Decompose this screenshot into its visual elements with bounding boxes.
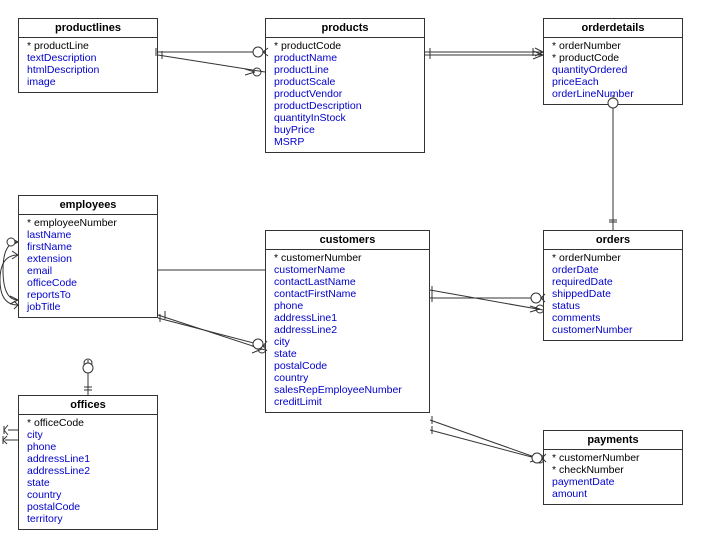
field-addressLine1-cust: addressLine1	[272, 312, 423, 324]
field-city-cust: city	[272, 336, 423, 348]
field-orderNumber-ord: orderNumber	[550, 252, 676, 264]
field-officeCode-emp: officeCode	[25, 277, 151, 289]
field-orderNumber-od: orderNumber	[550, 40, 676, 52]
entity-payments-body: customerNumber checkNumber paymentDate a…	[544, 450, 682, 504]
field-productDescription: productDescription	[272, 100, 418, 112]
field-jobTitle: jobTitle	[25, 301, 151, 313]
field-addressLine2-cust: addressLine2	[272, 324, 423, 336]
field-state-cust: state	[272, 348, 423, 360]
field-postalCode-cust: postalCode	[272, 360, 423, 372]
field-customerName: customerName	[272, 264, 423, 276]
field-contactLastName: contactLastName	[272, 276, 423, 288]
field-quantityOrdered: quantityOrdered	[550, 64, 676, 76]
field-contactFirstName: contactFirstName	[272, 288, 423, 300]
entity-productlines-body: productLine textDescription htmlDescript…	[19, 38, 157, 92]
field-customerNumber-ord: customerNumber	[550, 324, 676, 336]
field-priceEach: priceEach	[550, 76, 676, 88]
entity-customers-body: customerNumber customerName contactLastN…	[266, 250, 429, 412]
entity-orderdetails: orderdetails orderNumber productCode qua…	[543, 18, 683, 105]
entity-offices-header: offices	[19, 396, 157, 415]
entity-offices-body: officeCode city phone addressLine1 addre…	[19, 415, 157, 529]
entity-payments-header: payments	[544, 431, 682, 450]
entity-products-body: productCode productName productLine prod…	[266, 38, 424, 152]
entity-products-header: products	[266, 19, 424, 38]
entity-employees-header: employees	[19, 196, 157, 215]
entity-orderdetails-body: orderNumber productCode quantityOrdered …	[544, 38, 682, 104]
field-officeCode-off: officeCode	[25, 417, 151, 429]
entity-productlines: productlines productLine textDescription…	[18, 18, 158, 93]
entity-offices: offices officeCode city phone addressLin…	[18, 395, 158, 530]
field-country-off: country	[25, 489, 151, 501]
field-addressLine1-off: addressLine1	[25, 453, 151, 465]
field-productLine: productLine	[25, 40, 151, 52]
field-checkNumber: checkNumber	[550, 464, 676, 476]
field-salesRepEmployeeNumber: salesRepEmployeeNumber	[272, 384, 423, 396]
field-firstName: firstName	[25, 241, 151, 253]
field-MSRP: MSRP	[272, 136, 418, 148]
field-email: email	[25, 265, 151, 277]
entity-customers-header: customers	[266, 231, 429, 250]
field-productName: productName	[272, 52, 418, 64]
field-extension: extension	[25, 253, 151, 265]
entity-productlines-header: productlines	[19, 19, 157, 38]
field-image: image	[25, 76, 151, 88]
field-phone-off: phone	[25, 441, 151, 453]
field-comments: comments	[550, 312, 676, 324]
field-productVendor: productVendor	[272, 88, 418, 100]
er-diagram: productlines productLine textDescription…	[0, 0, 701, 560]
entity-customers: customers customerNumber customerName co…	[265, 230, 430, 413]
field-country-cust: country	[272, 372, 423, 384]
field-city-off: city	[25, 429, 151, 441]
field-productCode-od: productCode	[550, 52, 676, 64]
entity-orders: orders orderNumber orderDate requiredDat…	[543, 230, 683, 341]
field-lastName: lastName	[25, 229, 151, 241]
field-htmlDescription: htmlDescription	[25, 64, 151, 76]
entity-orders-header: orders	[544, 231, 682, 250]
field-textDescription: textDescription	[25, 52, 151, 64]
field-quantityInStock: quantityInStock	[272, 112, 418, 124]
entity-orders-body: orderNumber orderDate requiredDate shipp…	[544, 250, 682, 340]
field-productCode: productCode	[272, 40, 418, 52]
entity-employees-body: employeeNumber lastName firstName extens…	[19, 215, 157, 317]
field-reportsTo: reportsTo	[25, 289, 151, 301]
field-orderLineNumber: orderLineNumber	[550, 88, 676, 100]
field-status: status	[550, 300, 676, 312]
field-requiredDate: requiredDate	[550, 276, 676, 288]
field-addressLine2-off: addressLine2	[25, 465, 151, 477]
field-buyPrice: buyPrice	[272, 124, 418, 136]
field-territory: territory	[25, 513, 151, 525]
field-productLine: productLine	[272, 64, 418, 76]
entity-orderdetails-header: orderdetails	[544, 19, 682, 38]
field-customerNumber: customerNumber	[272, 252, 423, 264]
field-customerNumber-pay: customerNumber	[550, 452, 676, 464]
field-productScale: productScale	[272, 76, 418, 88]
field-shippedDate: shippedDate	[550, 288, 676, 300]
field-orderDate: orderDate	[550, 264, 676, 276]
entity-employees: employees employeeNumber lastName firstN…	[18, 195, 158, 318]
field-paymentDate: paymentDate	[550, 476, 676, 488]
entity-payments: payments customerNumber checkNumber paym…	[543, 430, 683, 505]
field-postalCode-off: postalCode	[25, 501, 151, 513]
field-creditLimit: creditLimit	[272, 396, 423, 408]
entity-products: products productCode productName product…	[265, 18, 425, 153]
field-amount: amount	[550, 488, 676, 500]
field-employeeNumber: employeeNumber	[25, 217, 151, 229]
field-state-off: state	[25, 477, 151, 489]
field-phone-cust: phone	[272, 300, 423, 312]
